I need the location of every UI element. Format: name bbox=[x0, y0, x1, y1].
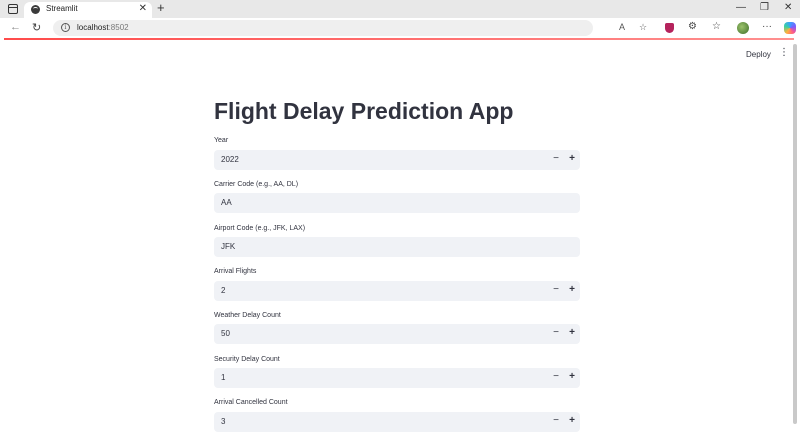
security-delay-value[interactable]: 1 bbox=[221, 373, 225, 382]
tab-title: Streamlit bbox=[46, 4, 78, 13]
reload-icon[interactable]: ↻ bbox=[32, 21, 41, 34]
security-delay-number-input[interactable]: 1 − + bbox=[214, 368, 580, 388]
weather-delay-label: Weather Delay Count bbox=[214, 312, 281, 319]
favorites-list-icon[interactable]: ☆ bbox=[712, 21, 721, 32]
security-delay-decrement-button[interactable]: − bbox=[553, 371, 559, 382]
arrival-cancelled-label: Arrival Cancelled Count bbox=[214, 399, 288, 406]
arrival-cancelled-value[interactable]: 3 bbox=[221, 417, 225, 426]
year-value[interactable]: 2022 bbox=[221, 155, 239, 164]
arrival-cancelled-increment-button[interactable]: + bbox=[569, 415, 575, 426]
weather-delay-value[interactable]: 50 bbox=[221, 329, 230, 338]
tab-close-icon[interactable]: ✕ bbox=[139, 3, 147, 14]
year-label: Year bbox=[214, 137, 229, 144]
streamlit-favicon-icon bbox=[31, 5, 40, 14]
favorite-star-icon[interactable]: ☆ bbox=[639, 22, 647, 33]
security-delay-label: Security Delay Count bbox=[214, 356, 280, 363]
security-delay-increment-button[interactable]: + bbox=[569, 371, 575, 382]
weather-delay-increment-button[interactable]: + bbox=[569, 327, 575, 338]
streamlit-app: Deploy ⋮ Flight Delay Prediction App Yea… bbox=[0, 40, 800, 432]
more-options-icon[interactable]: ··· bbox=[762, 21, 772, 32]
year-number-input[interactable]: 2022 − + bbox=[214, 150, 580, 170]
scrollbar[interactable] bbox=[793, 44, 797, 424]
minimize-button[interactable]: — bbox=[736, 2, 746, 13]
back-arrow-icon[interactable]: ← bbox=[10, 21, 21, 33]
carrier-text-input[interactable]: AA bbox=[214, 193, 580, 213]
main-menu-icon[interactable]: ⋮ bbox=[779, 47, 789, 58]
tab-actions-icon[interactable] bbox=[8, 4, 18, 14]
address-bar[interactable]: i localhost:8502 A ☆ bbox=[53, 20, 647, 36]
profile-avatar[interactable] bbox=[737, 22, 749, 34]
arrival-cancelled-decrement-button[interactable]: − bbox=[553, 415, 559, 426]
carrier-value[interactable]: AA bbox=[221, 198, 232, 207]
arrival-cancelled-number-input[interactable]: 3 − + bbox=[214, 412, 580, 432]
arrival-flights-number-input[interactable]: 2 − + bbox=[214, 281, 580, 301]
arrival-flights-label: Arrival Flights bbox=[214, 268, 257, 275]
weather-delay-decrement-button[interactable]: − bbox=[553, 327, 559, 338]
browser-tab-strip: Streamlit ✕ + — ❐ ✕ bbox=[0, 0, 800, 18]
year-decrement-button[interactable]: − bbox=[553, 153, 559, 164]
copilot-icon[interactable] bbox=[784, 22, 796, 34]
weather-delay-number-input[interactable]: 50 − + bbox=[214, 324, 580, 344]
airport-text-input[interactable]: JFK bbox=[214, 237, 580, 257]
arrival-flights-increment-button[interactable]: + bbox=[569, 284, 575, 295]
new-tab-button[interactable]: + bbox=[157, 1, 165, 15]
extensions-puzzle-icon[interactable]: ⚙ bbox=[688, 21, 697, 32]
airport-label: Airport Code (e.g., JFK, LAX) bbox=[214, 225, 306, 232]
page-title: Flight Delay Prediction App bbox=[214, 98, 514, 124]
read-aloud-icon[interactable]: A bbox=[619, 22, 625, 32]
arrival-flights-value[interactable]: 2 bbox=[221, 286, 225, 295]
restore-button[interactable]: ❐ bbox=[760, 2, 769, 13]
close-window-button[interactable]: ✕ bbox=[784, 2, 792, 13]
arrival-flights-decrement-button[interactable]: − bbox=[553, 284, 559, 295]
browser-tab[interactable]: Streamlit ✕ bbox=[24, 2, 152, 18]
carrier-label: Carrier Code (e.g., AA, DL) bbox=[214, 181, 299, 188]
url-text: localhost:8502 bbox=[77, 23, 129, 32]
extension-shield-icon[interactable] bbox=[665, 23, 674, 33]
year-increment-button[interactable]: + bbox=[569, 153, 575, 164]
deploy-button[interactable]: Deploy bbox=[746, 50, 771, 59]
browser-toolbar: ← ↻ i localhost:8502 A ☆ bbox=[0, 18, 800, 38]
airport-value[interactable]: JFK bbox=[221, 242, 235, 251]
site-info-icon[interactable]: i bbox=[61, 23, 70, 32]
